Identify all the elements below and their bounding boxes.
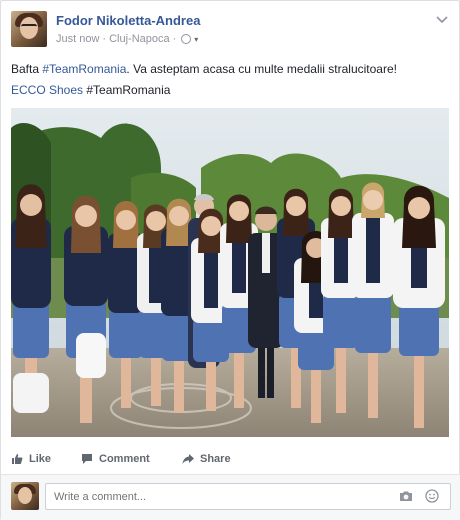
post-actions: Like Comment Share (1, 447, 460, 475)
chevron-down-icon[interactable] (435, 13, 449, 27)
share-button[interactable]: Share (182, 453, 231, 465)
comment-label: Comment (99, 453, 150, 465)
ecco-shoes-link[interactable]: ECCO Shoes (11, 83, 83, 97)
post-header: Fodor Nikoletta-Andrea Just now · Cluj-N… (11, 11, 451, 51)
audience-caret-icon[interactable]: ▾ (194, 35, 198, 44)
post-photo[interactable] (11, 108, 449, 437)
meta-separator-2: · (172, 33, 177, 45)
emoji-icon[interactable] (425, 489, 439, 503)
like-button[interactable]: Like (11, 453, 51, 465)
camera-icon[interactable] (399, 489, 413, 503)
post-location[interactable]: Cluj-Napoca (109, 33, 170, 45)
post-text: Bafta #TeamRomania. Va asteptam acasa cu… (11, 59, 451, 101)
post-text-line-2: ECCO Shoes #TeamRomania (11, 83, 171, 97)
comment-button[interactable]: Comment (81, 453, 150, 465)
comment-composer (1, 475, 460, 520)
post-card: Fodor Nikoletta-Andrea Just now · Cluj-N… (0, 0, 460, 520)
post-text-line-1: Bafta #TeamRomania. Va asteptam acasa cu… (11, 62, 397, 76)
post-time[interactable]: Just now (56, 33, 99, 45)
meta-separator: · (102, 33, 107, 45)
like-icon (12, 454, 23, 464)
author-avatar[interactable] (11, 11, 47, 47)
author-name[interactable]: Fodor Nikoletta-Andrea (56, 13, 200, 28)
share-label: Share (200, 453, 231, 465)
globe-icon (181, 34, 192, 44)
like-label: Like (29, 453, 52, 465)
post-meta: Just now · Cluj-Napoca · ▾ (56, 33, 198, 45)
comment-icon (82, 454, 92, 464)
share-icon (182, 454, 194, 464)
commenter-avatar[interactable] (11, 482, 39, 510)
hashtag-link[interactable]: #TeamRomania (42, 62, 126, 76)
comment-input[interactable] (45, 483, 451, 510)
team-photo-illustration (11, 108, 449, 437)
